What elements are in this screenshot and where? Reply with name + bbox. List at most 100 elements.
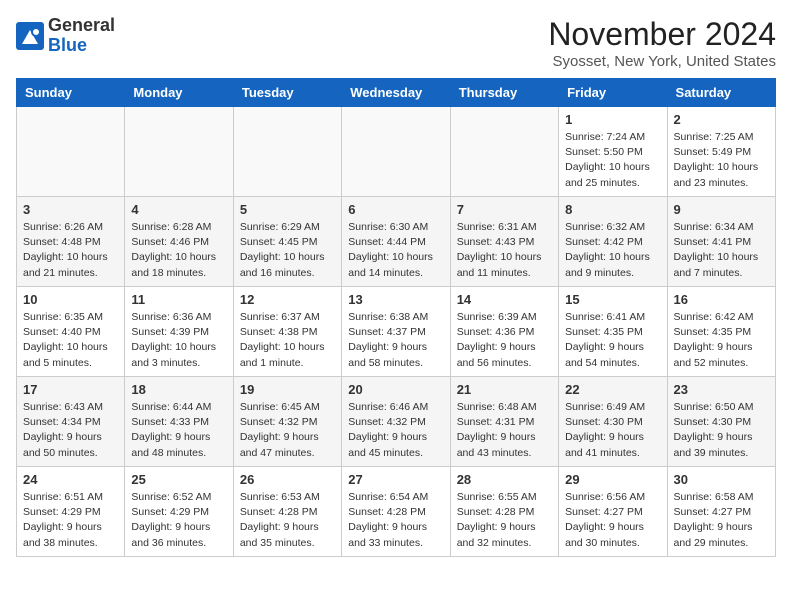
calendar-cell: 6Sunrise: 6:30 AMSunset: 4:44 PMDaylight…	[342, 197, 450, 287]
day-number: 29	[565, 472, 660, 487]
calendar-cell: 30Sunrise: 6:58 AMSunset: 4:27 PMDayligh…	[667, 467, 775, 557]
logo-icon	[16, 22, 44, 50]
day-info: Sunrise: 6:37 AMSunset: 4:38 PMDaylight:…	[240, 310, 335, 371]
calendar-cell: 3 Sunrise: 6:26 AMSunset: 4:48 PMDaylight…	[17, 197, 125, 287]
calendar-cell: 2 Sunrise: 7:25 AMSunset: 5:49 PMDaylight…	[667, 107, 775, 197]
day-number: 28	[457, 472, 552, 487]
calendar-cell	[233, 107, 341, 197]
day-info: Sunrise: 6:41 AMSunset: 4:35 PMDaylight:…	[565, 310, 660, 371]
weekday-header-wednesday: Wednesday	[342, 79, 450, 107]
day-info: Sunrise: 6:38 AMSunset: 4:37 PMDaylight:…	[348, 310, 443, 371]
page-header: General Blue November 2024 Syosset, New …	[16, 16, 776, 70]
calendar-cell: 12 Sunrise: 6:37 AMSunset: 4:38 PMDayligh…	[233, 287, 341, 377]
calendar-cell: 27 Sunrise: 6:54 AMSunset: 4:28 PMDayligh…	[342, 467, 450, 557]
day-info: Sunrise: 6:54 AMSunset: 4:28 PMDaylight:…	[348, 490, 443, 551]
day-number: 14	[457, 292, 552, 307]
calendar-cell: 4Sunrise: 6:28 AMSunset: 4:46 PMDaylight…	[125, 197, 233, 287]
calendar-cell: 28 Sunrise: 6:55 AMSunset: 4:28 PMDayligh…	[450, 467, 558, 557]
calendar-cell: 21 Sunrise: 6:48 AMSunset: 4:31 PMDayligh…	[450, 377, 558, 467]
calendar-cell: 26 Sunrise: 6:53 AMSunset: 4:28 PMDayligh…	[233, 467, 341, 557]
calendar-cell: 29 Sunrise: 6:56 AMSunset: 4:27 PMDayligh…	[559, 467, 667, 557]
day-number: 21	[457, 382, 552, 397]
day-info: Sunrise: 6:52 AMSunset: 4:29 PMDaylight:…	[131, 490, 226, 551]
day-info: Sunrise: 6:36 AMSunset: 4:39 PMDaylight:…	[131, 310, 226, 371]
day-info: Sunrise: 6:51 AMSunset: 4:29 PMDaylight:…	[23, 490, 118, 551]
day-number: 27	[348, 472, 443, 487]
day-info: Sunrise: 6:42 AMSunset: 4:35 PMDaylight:…	[674, 310, 769, 371]
day-number: 9	[674, 202, 769, 217]
calendar-cell	[17, 107, 125, 197]
logo: General Blue	[16, 16, 115, 56]
calendar-week-4: 17 Sunrise: 6:43 AMSunset: 4:34 PMDayligh…	[17, 377, 776, 467]
calendar-cell: 1 Sunrise: 7:24 AMSunset: 5:50 PMDaylight…	[559, 107, 667, 197]
day-number: 8	[565, 202, 660, 217]
calendar-cell: 25 Sunrise: 6:52 AMSunset: 4:29 PMDayligh…	[125, 467, 233, 557]
day-info: Sunrise: 6:49 AMSunset: 4:30 PMDaylight:…	[565, 400, 660, 461]
day-info: Sunrise: 6:50 AMSunset: 4:30 PMDaylight:…	[674, 400, 769, 461]
day-number: 17	[23, 382, 118, 397]
day-number: 7	[457, 202, 552, 217]
day-number: 25	[131, 472, 226, 487]
day-info: Sunrise: 6:46 AMSunset: 4:32 PMDaylight:…	[348, 400, 443, 461]
day-info: Sunrise: 6:26 AMSunset: 4:48 PMDaylight:…	[23, 220, 118, 281]
day-number: 22	[565, 382, 660, 397]
calendar-week-2: 3 Sunrise: 6:26 AMSunset: 4:48 PMDaylight…	[17, 197, 776, 287]
weekday-header-friday: Friday	[559, 79, 667, 107]
calendar-week-3: 10Sunrise: 6:35 AMSunset: 4:40 PMDayligh…	[17, 287, 776, 377]
day-info: Sunrise: 6:34 AMSunset: 4:41 PMDaylight:…	[674, 220, 769, 281]
calendar: SundayMondayTuesdayWednesdayThursdayFrid…	[16, 78, 776, 557]
day-info: Sunrise: 6:30 AMSunset: 4:44 PMDaylight:…	[348, 220, 443, 281]
month-title: November 2024	[548, 16, 776, 53]
day-number: 16	[674, 292, 769, 307]
day-info: Sunrise: 6:44 AMSunset: 4:33 PMDaylight:…	[131, 400, 226, 461]
weekday-header-tuesday: Tuesday	[233, 79, 341, 107]
title-block: November 2024 Syosset, New York, United …	[548, 16, 776, 70]
calendar-week-1: 1 Sunrise: 7:24 AMSunset: 5:50 PMDaylight…	[17, 107, 776, 197]
day-info: Sunrise: 6:29 AMSunset: 4:45 PMDaylight:…	[240, 220, 335, 281]
calendar-cell: 5 Sunrise: 6:29 AMSunset: 4:45 PMDaylight…	[233, 197, 341, 287]
weekday-header-monday: Monday	[125, 79, 233, 107]
day-info: Sunrise: 6:56 AMSunset: 4:27 PMDaylight:…	[565, 490, 660, 551]
calendar-cell: 19Sunrise: 6:45 AMSunset: 4:32 PMDayligh…	[233, 377, 341, 467]
weekday-header-thursday: Thursday	[450, 79, 558, 107]
day-info: Sunrise: 7:24 AMSunset: 5:50 PMDaylight:…	[565, 130, 660, 191]
day-info: Sunrise: 6:55 AMSunset: 4:28 PMDaylight:…	[457, 490, 552, 551]
calendar-cell: 23 Sunrise: 6:50 AMSunset: 4:30 PMDayligh…	[667, 377, 775, 467]
day-info: Sunrise: 6:39 AMSunset: 4:36 PMDaylight:…	[457, 310, 552, 371]
day-number: 23	[674, 382, 769, 397]
calendar-cell: 20Sunrise: 6:46 AMSunset: 4:32 PMDayligh…	[342, 377, 450, 467]
weekday-header-saturday: Saturday	[667, 79, 775, 107]
day-number: 18	[131, 382, 226, 397]
day-number: 26	[240, 472, 335, 487]
calendar-cell: 16 Sunrise: 6:42 AMSunset: 4:35 PMDayligh…	[667, 287, 775, 377]
calendar-cell: 24 Sunrise: 6:51 AMSunset: 4:29 PMDayligh…	[17, 467, 125, 557]
day-number: 19	[240, 382, 335, 397]
day-info: Sunrise: 7:25 AMSunset: 5:49 PMDaylight:…	[674, 130, 769, 191]
day-info: Sunrise: 6:53 AMSunset: 4:28 PMDaylight:…	[240, 490, 335, 551]
day-info: Sunrise: 6:28 AMSunset: 4:46 PMDaylight:…	[131, 220, 226, 281]
calendar-cell	[342, 107, 450, 197]
day-number: 12	[240, 292, 335, 307]
day-info: Sunrise: 6:31 AMSunset: 4:43 PMDaylight:…	[457, 220, 552, 281]
day-number: 13	[348, 292, 443, 307]
calendar-cell: 10Sunrise: 6:35 AMSunset: 4:40 PMDayligh…	[17, 287, 125, 377]
calendar-cell: 9 Sunrise: 6:34 AMSunset: 4:41 PMDaylight…	[667, 197, 775, 287]
day-info: Sunrise: 6:43 AMSunset: 4:34 PMDaylight:…	[23, 400, 118, 461]
day-info: Sunrise: 6:48 AMSunset: 4:31 PMDaylight:…	[457, 400, 552, 461]
weekday-header-sunday: Sunday	[17, 79, 125, 107]
calendar-cell	[125, 107, 233, 197]
day-number: 30	[674, 472, 769, 487]
day-number: 5	[240, 202, 335, 217]
calendar-week-5: 24 Sunrise: 6:51 AMSunset: 4:29 PMDayligh…	[17, 467, 776, 557]
day-info: Sunrise: 6:32 AMSunset: 4:42 PMDaylight:…	[565, 220, 660, 281]
calendar-cell: 14 Sunrise: 6:39 AMSunset: 4:36 PMDayligh…	[450, 287, 558, 377]
calendar-cell: 17 Sunrise: 6:43 AMSunset: 4:34 PMDayligh…	[17, 377, 125, 467]
day-number: 2	[674, 112, 769, 127]
day-number: 24	[23, 472, 118, 487]
day-number: 3	[23, 202, 118, 217]
weekday-header-row: SundayMondayTuesdayWednesdayThursdayFrid…	[17, 79, 776, 107]
day-number: 15	[565, 292, 660, 307]
location: Syosset, New York, United States	[548, 53, 776, 70]
day-number: 1	[565, 112, 660, 127]
calendar-cell: 7 Sunrise: 6:31 AMSunset: 4:43 PMDaylight…	[450, 197, 558, 287]
